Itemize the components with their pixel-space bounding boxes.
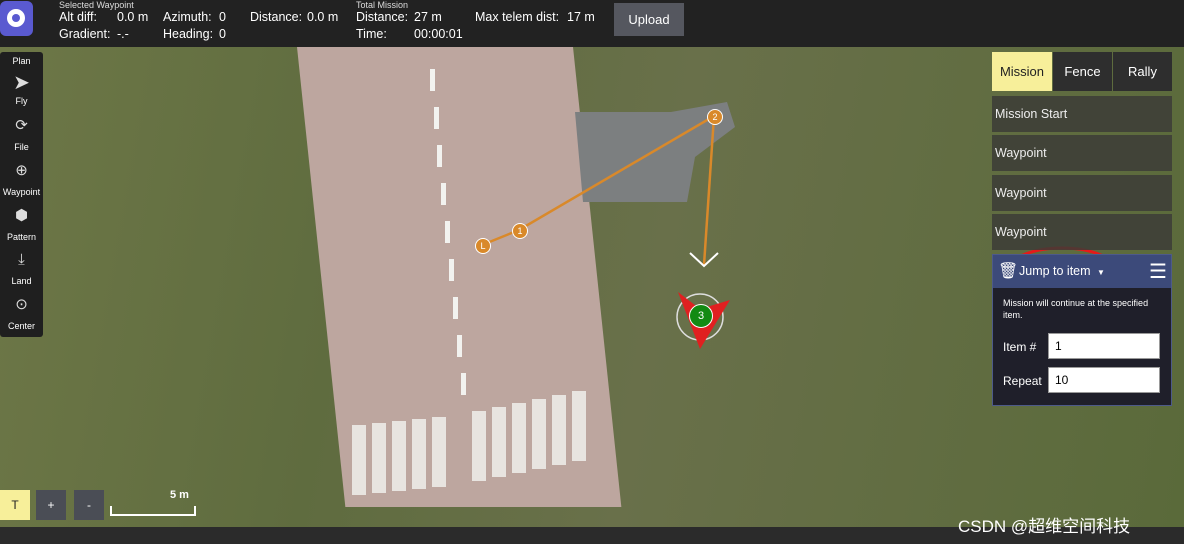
fly-icon: ➤ <box>13 72 30 94</box>
tool-land[interactable]: ⤓ Land <box>0 251 43 287</box>
delete-icon[interactable]: 🗑 <box>998 261 1018 281</box>
marker-land[interactable]: L <box>475 238 491 254</box>
pattern-icon: ⬢ <box>14 207 29 224</box>
menu-icon[interactable]: ☰ <box>1149 259 1167 284</box>
terrain-toggle-button[interactable]: T <box>0 490 30 520</box>
repeat-field[interactable]: 10 <box>1048 367 1160 393</box>
heading-value: 0 <box>219 27 226 41</box>
plan-toolstrip: Plan ➤ Fly ⟳ File ⊕ Waypoint ⬢ Pattern ⤓ Land… <box>0 52 43 337</box>
item-number-label: Item # <box>1003 340 1037 354</box>
marker-waypoint-3[interactable]: 3 <box>689 304 713 328</box>
file-icon: ⟳ <box>15 117 28 134</box>
zoom-in-button[interactable]: + <box>36 490 66 520</box>
tool-waypoint[interactable]: ⊕ Waypoint <box>0 162 43 198</box>
mission-item-waypoint-2[interactable]: Waypoint <box>992 175 1172 211</box>
zoom-out-button[interactable]: - <box>74 490 104 520</box>
mission-item-start[interactable]: Mission Start <box>992 96 1172 132</box>
tab-rally[interactable]: Rally <box>1113 52 1172 91</box>
total-distance-label: Distance: <box>356 10 409 24</box>
center-icon: ⊙ <box>15 296 28 313</box>
command-description: Mission will continue at the specified i… <box>1003 298 1149 320</box>
tool-plan: Plan <box>12 56 31 66</box>
heading-label: Heading: <box>163 27 214 41</box>
marker-waypoint-1[interactable]: 1 <box>512 223 528 239</box>
tool-pattern[interactable]: ⬢ Pattern <box>0 207 43 243</box>
app-logo-icon[interactable] <box>0 1 33 36</box>
azimuth-value: 0 <box>219 10 226 24</box>
top-toolbar: Selected Waypoint Alt diff: 0.0 m Gradie… <box>0 0 1184 47</box>
tab-fence[interactable]: Fence <box>1053 52 1112 91</box>
tab-mission[interactable]: Mission <box>992 52 1052 91</box>
scale-bar <box>110 506 196 516</box>
max-telem-value: 17 m <box>567 10 595 24</box>
scale-label: 5 m <box>170 489 189 501</box>
chevron-down-icon: ▼ <box>1097 268 1105 277</box>
tool-center[interactable]: ⊙ Center <box>0 296 43 332</box>
command-selector[interactable]: Jump to item ▼ <box>1019 264 1105 278</box>
distance-value: 0.0 m <box>307 10 339 24</box>
command-header: 🗑 Jump to item ▼ ☰ <box>993 255 1171 288</box>
time-value: 00:00:01 <box>414 27 463 41</box>
gradient-label: Gradient: <box>59 27 111 41</box>
alt-diff-value: 0.0 m <box>117 10 149 24</box>
distance-label: Distance: <box>250 10 303 24</box>
total-distance-value: 27 m <box>414 10 442 24</box>
upload-button[interactable]: Upload <box>614 3 684 36</box>
watermark: CSDN @超维空间科技 <box>958 517 1131 536</box>
tool-file[interactable]: ⟳ File <box>0 117 43 153</box>
item-number-field[interactable]: 1 <box>1048 333 1160 359</box>
tool-fly[interactable]: ➤ Fly <box>0 70 43 106</box>
land-icon: ⤓ <box>18 251 25 268</box>
gradient-value: -.- <box>117 27 129 41</box>
mission-item-waypoint-3[interactable]: Waypoint <box>992 214 1172 250</box>
mission-item-waypoint-1[interactable]: Waypoint <box>992 135 1172 171</box>
waypoint-icon: ⊕ <box>15 162 28 179</box>
time-label: Time: <box>356 27 387 41</box>
azimuth-label: Azimuth: <box>163 10 212 24</box>
alt-diff-label: Alt diff: <box>59 10 97 24</box>
marker-waypoint-2[interactable]: 2 <box>707 109 723 125</box>
repeat-label: Repeat <box>1003 374 1042 388</box>
total-mission-title: Total Mission <box>356 0 409 10</box>
selected-waypoint-title: Selected Waypoint <box>59 0 134 10</box>
max-telem-label: Max telem dist: <box>475 10 560 24</box>
